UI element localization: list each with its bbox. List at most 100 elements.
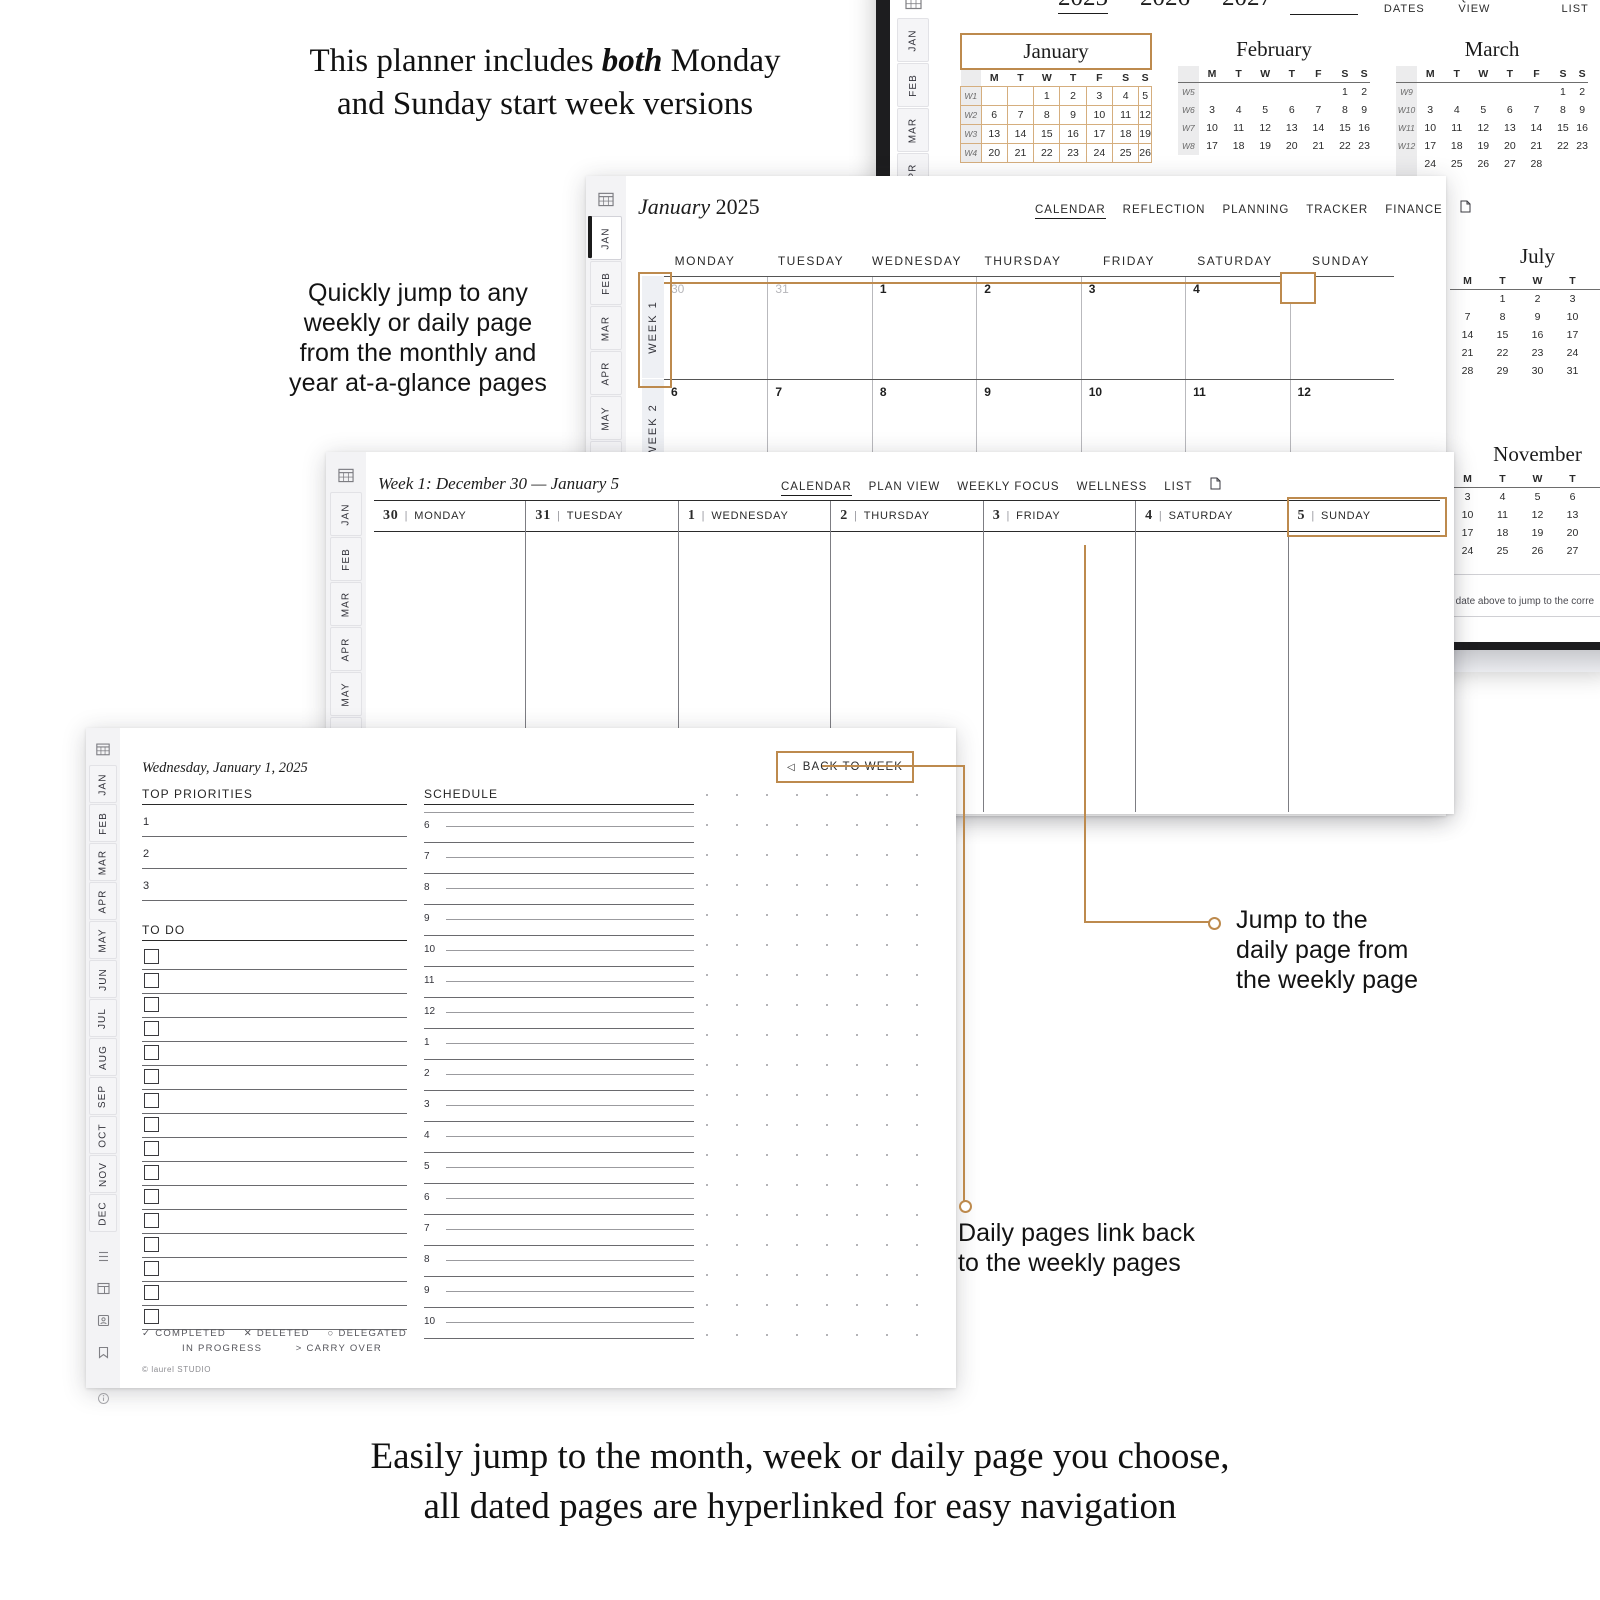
week-day-saturday[interactable]: 4 | SATURDAY	[1136, 501, 1289, 531]
year-tab-2026[interactable]: 2026	[1140, 0, 1190, 14]
day-cell[interactable]: 14	[1006, 124, 1035, 144]
day-cell[interactable]	[1497, 83, 1524, 102]
day-cell[interactable]: 7	[1450, 308, 1485, 326]
day-cell[interactable]: 15	[1033, 124, 1061, 144]
day-cell[interactable]: 16	[1358, 119, 1370, 137]
day-cell[interactable]: 4	[1111, 86, 1140, 106]
day-cell[interactable]: 5	[1252, 101, 1279, 119]
day-cell[interactable]: 24	[1085, 143, 1113, 163]
schedule-row[interactable]: 10	[424, 937, 694, 968]
day-cell[interactable]	[1305, 83, 1332, 102]
sidebar-month-apr[interactable]: APR	[89, 882, 117, 920]
day-cell-2[interactable]: 2	[977, 277, 1082, 379]
mini-month-february[interactable]: February M T W T F S S W5 1 2 W6 3 4 5 6…	[1178, 33, 1370, 155]
day-cell-31[interactable]: 31	[768, 277, 873, 379]
todo-checkbox[interactable]	[144, 1285, 159, 1300]
day-cell[interactable]: 6	[980, 105, 1008, 125]
todo-item[interactable]	[142, 1306, 407, 1331]
tab-calendar[interactable]: CALENDAR	[1290, 0, 1358, 15]
day-cell[interactable]: 20	[980, 143, 1008, 163]
day-cell[interactable]: 16	[1059, 124, 1087, 144]
day-cell[interactable]: 30	[1520, 362, 1555, 380]
sidebar-month-oct[interactable]: OCT	[89, 1116, 117, 1154]
schedule-row[interactable]: 9	[424, 1278, 694, 1309]
todo-checkbox[interactable]	[144, 1117, 159, 1132]
day-cell[interactable]: 14	[1590, 506, 1600, 524]
day-cell[interactable]	[1576, 155, 1588, 173]
week-column-sunday[interactable]	[1289, 530, 1440, 812]
schedule-row[interactable]: 5	[424, 1154, 694, 1185]
day-cell[interactable]: 23	[1576, 137, 1588, 155]
week-day-wednesday[interactable]: 1 | WEDNESDAY	[679, 501, 832, 531]
day-cell[interactable]	[1278, 83, 1305, 102]
week-number[interactable]	[1396, 155, 1417, 173]
day-cell[interactable]: 19	[1138, 124, 1152, 144]
priority-line-3[interactable]	[142, 900, 407, 902]
todo-checkbox[interactable]	[144, 1045, 159, 1060]
day-cell[interactable]: 10	[1555, 308, 1590, 326]
sidebar-month-feb[interactable]: FEB	[897, 63, 929, 107]
day-cell-30[interactable]: 30	[664, 277, 769, 379]
day-cell[interactable]: 3	[1555, 290, 1590, 309]
day-cell[interactable]: 18	[1225, 137, 1252, 155]
day-cell[interactable]: 25	[1485, 542, 1520, 560]
day-cell[interactable]: 3	[1417, 101, 1444, 119]
day-cell[interactable]: 1	[1033, 86, 1061, 106]
day-cell[interactable]: 23	[1059, 143, 1087, 163]
day-cell[interactable]	[1523, 83, 1550, 102]
year-tab-2025[interactable]: 2025	[1058, 0, 1108, 14]
todo-item[interactable]	[142, 946, 407, 971]
day-cell[interactable]: 18	[1485, 524, 1520, 542]
day-cell[interactable]	[1470, 173, 1497, 191]
day-cell[interactable]: 17	[1555, 326, 1590, 344]
todo-item[interactable]	[142, 1258, 407, 1283]
day-cell[interactable]: 6	[1278, 101, 1305, 119]
sidebar-month-mar[interactable]: MAR	[897, 108, 929, 152]
day-cell[interactable]: 3	[1085, 86, 1113, 106]
day-cell[interactable]: 8	[1033, 105, 1061, 125]
todo-item[interactable]	[142, 1282, 407, 1307]
sidebar-month-apr[interactable]: APR	[590, 351, 622, 395]
day-cell[interactable]	[1417, 83, 1444, 102]
day-cell[interactable]: 4	[1443, 101, 1470, 119]
priority-line-1[interactable]	[142, 836, 407, 838]
day-cell[interactable]: 20	[1497, 137, 1524, 155]
todo-item[interactable]	[142, 1114, 407, 1139]
day-cell[interactable]: 31	[1555, 362, 1590, 380]
calendar-icon[interactable]	[90, 736, 116, 762]
day-cell[interactable]: 26	[1470, 155, 1497, 173]
tab-weekly-focus[interactable]: WEEKLY FOCUS	[957, 481, 1059, 493]
day-cell[interactable]: 11	[1111, 105, 1140, 125]
day-cell[interactable]: 14	[1305, 119, 1332, 137]
day-cell[interactable]: 6	[1497, 101, 1524, 119]
tab-wellness[interactable]: WELLNESS	[1077, 481, 1148, 493]
day-cell[interactable]: 17	[1199, 137, 1226, 155]
calendar-icon[interactable]	[333, 462, 359, 488]
day-cell[interactable]: 28	[1523, 155, 1550, 173]
day-cell[interactable]: 7	[1590, 488, 1600, 507]
tab-quarterly-view[interactable]: QUARTERLY VIEW	[1458, 0, 1535, 15]
day-cell[interactable]: 29	[1485, 362, 1520, 380]
day-cell[interactable]: 1	[1332, 83, 1359, 102]
tab-key-dates[interactable]: KEY DATES	[1384, 0, 1432, 15]
day-cell[interactable]: 4	[1590, 290, 1600, 309]
sidebar-month-jan[interactable]: JAN	[89, 765, 117, 803]
calendar-icon[interactable]	[593, 186, 619, 212]
day-cell[interactable]: 7	[1305, 101, 1332, 119]
week-column-saturday[interactable]	[1136, 530, 1289, 812]
tab-calendar[interactable]: CALENDAR	[1035, 204, 1106, 219]
schedule-row[interactable]: 3	[424, 1092, 694, 1123]
schedule-row[interactable]: 11	[424, 968, 694, 999]
todo-checkbox[interactable]	[144, 1165, 159, 1180]
day-cell[interactable]: 17	[1450, 524, 1485, 542]
day-cell[interactable]: 25	[1443, 155, 1470, 173]
todo-item[interactable]	[142, 1210, 407, 1235]
day-cell[interactable]: 13	[1278, 119, 1305, 137]
page-icon[interactable]	[1210, 477, 1221, 490]
day-cell[interactable]: 27	[1555, 542, 1590, 560]
day-cell[interactable]: 11	[1443, 119, 1470, 137]
day-cell[interactable]: 24	[1450, 542, 1485, 560]
day-cell[interactable]: 10	[1199, 119, 1226, 137]
day-cell[interactable]: 27	[1497, 155, 1524, 173]
day-cell[interactable]: 18	[1443, 137, 1470, 155]
